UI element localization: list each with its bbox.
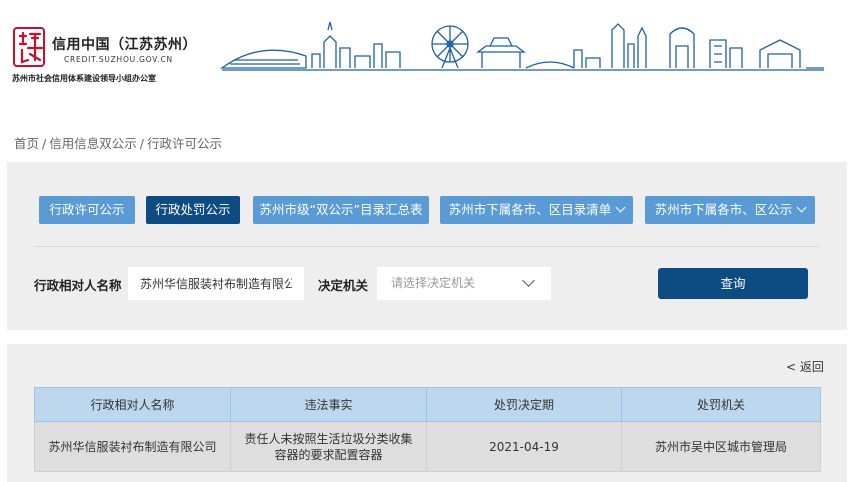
cell-decision-date: 2021-04-19 (426, 421, 622, 472)
site-url: CREDIT.SUZHOU.GOV.CN (64, 55, 173, 64)
tab-label: 苏州市下属各市、区目录清单 (448, 202, 612, 217)
breadcrumb-home-link[interactable]: 首页 (14, 136, 39, 151)
cell-violation-facts: 责任人未按照生活垃圾分类收集容器的要求配置容器 (230, 421, 427, 472)
results-table: 行政相对人名称 违法事实 处罚决定期 处罚机关 苏州华信服装衬布制造有限公司 责… (34, 387, 821, 472)
panel-divider (34, 246, 819, 247)
site-title: 信用中国（江苏苏州） (52, 37, 197, 53)
column-header-decision-date: 处罚决定期 (426, 387, 622, 422)
table-row[interactable]: 苏州华信服装衬布制造有限公司 责任人未按照生活垃圾分类收集容器的要求配置容器 2… (34, 421, 821, 472)
breadcrumb-current: 行政许可公示 (146, 136, 222, 151)
tab-district-catalog-list[interactable]: 苏州市下属各市、区目录清单 (440, 196, 633, 224)
chevron-down-icon (522, 274, 535, 287)
tab-administrative-penalty[interactable]: 行政处罚公示 (146, 196, 240, 224)
cell-party-name: 苏州华信服装衬布制造有限公司 (34, 421, 231, 472)
table-header-row: 行政相对人名称 违法事实 处罚决定期 处罚机关 (34, 387, 821, 422)
site-header: 信用中国（江苏苏州） CREDIT.SUZHOU.GOV.CN 苏州市社会信用体… (0, 0, 858, 90)
site-organization: 苏州市社会信用体系建设领导小组办公室 (12, 74, 156, 83)
column-header-party-name: 行政相对人名称 (34, 387, 231, 422)
authority-label: 决定机关 (318, 278, 369, 293)
chevron-down-icon (796, 202, 807, 213)
tab-district-publicity[interactable]: 苏州市下属各市、区公示 (645, 196, 815, 224)
breadcrumb-separator: / (42, 136, 47, 151)
breadcrumb: 首页 / 信用信息双公示 / 行政许可公示 (14, 133, 222, 152)
party-name-input[interactable] (128, 267, 304, 300)
tab-label: 苏州市级“双公示”目录汇总表 (259, 202, 423, 217)
breadcrumb-double-publicity-link[interactable]: 信用信息双公示 (49, 136, 137, 151)
query-button[interactable]: 查询 (658, 268, 808, 299)
city-skyline-banner (220, 21, 824, 71)
tab-administrative-license[interactable]: 行政许可公示 (39, 196, 135, 224)
column-header-penalty-authority: 处罚机关 (621, 387, 821, 422)
authority-select-placeholder: 请选择决定机关 (391, 276, 476, 290)
authority-select[interactable]: 请选择决定机关 (377, 267, 551, 300)
tab-label: 行政许可公示 (49, 202, 125, 217)
party-name-label: 行政相对人名称 (34, 278, 122, 293)
tab-label: 行政处罚公示 (155, 202, 231, 217)
tab-label: 苏州市下属各市、区公示 (654, 202, 793, 217)
chevron-down-icon (615, 202, 626, 213)
breadcrumb-separator: / (139, 136, 144, 151)
back-link[interactable]: < 返回 (786, 358, 824, 375)
column-header-violation-facts: 违法事实 (230, 387, 427, 422)
cell-penalty-authority: 苏州市吴中区城市管理局 (621, 421, 821, 472)
logo-icon (13, 27, 45, 67)
tab-city-catalog-summary[interactable]: 苏州市级“双公示”目录汇总表 (253, 196, 429, 224)
